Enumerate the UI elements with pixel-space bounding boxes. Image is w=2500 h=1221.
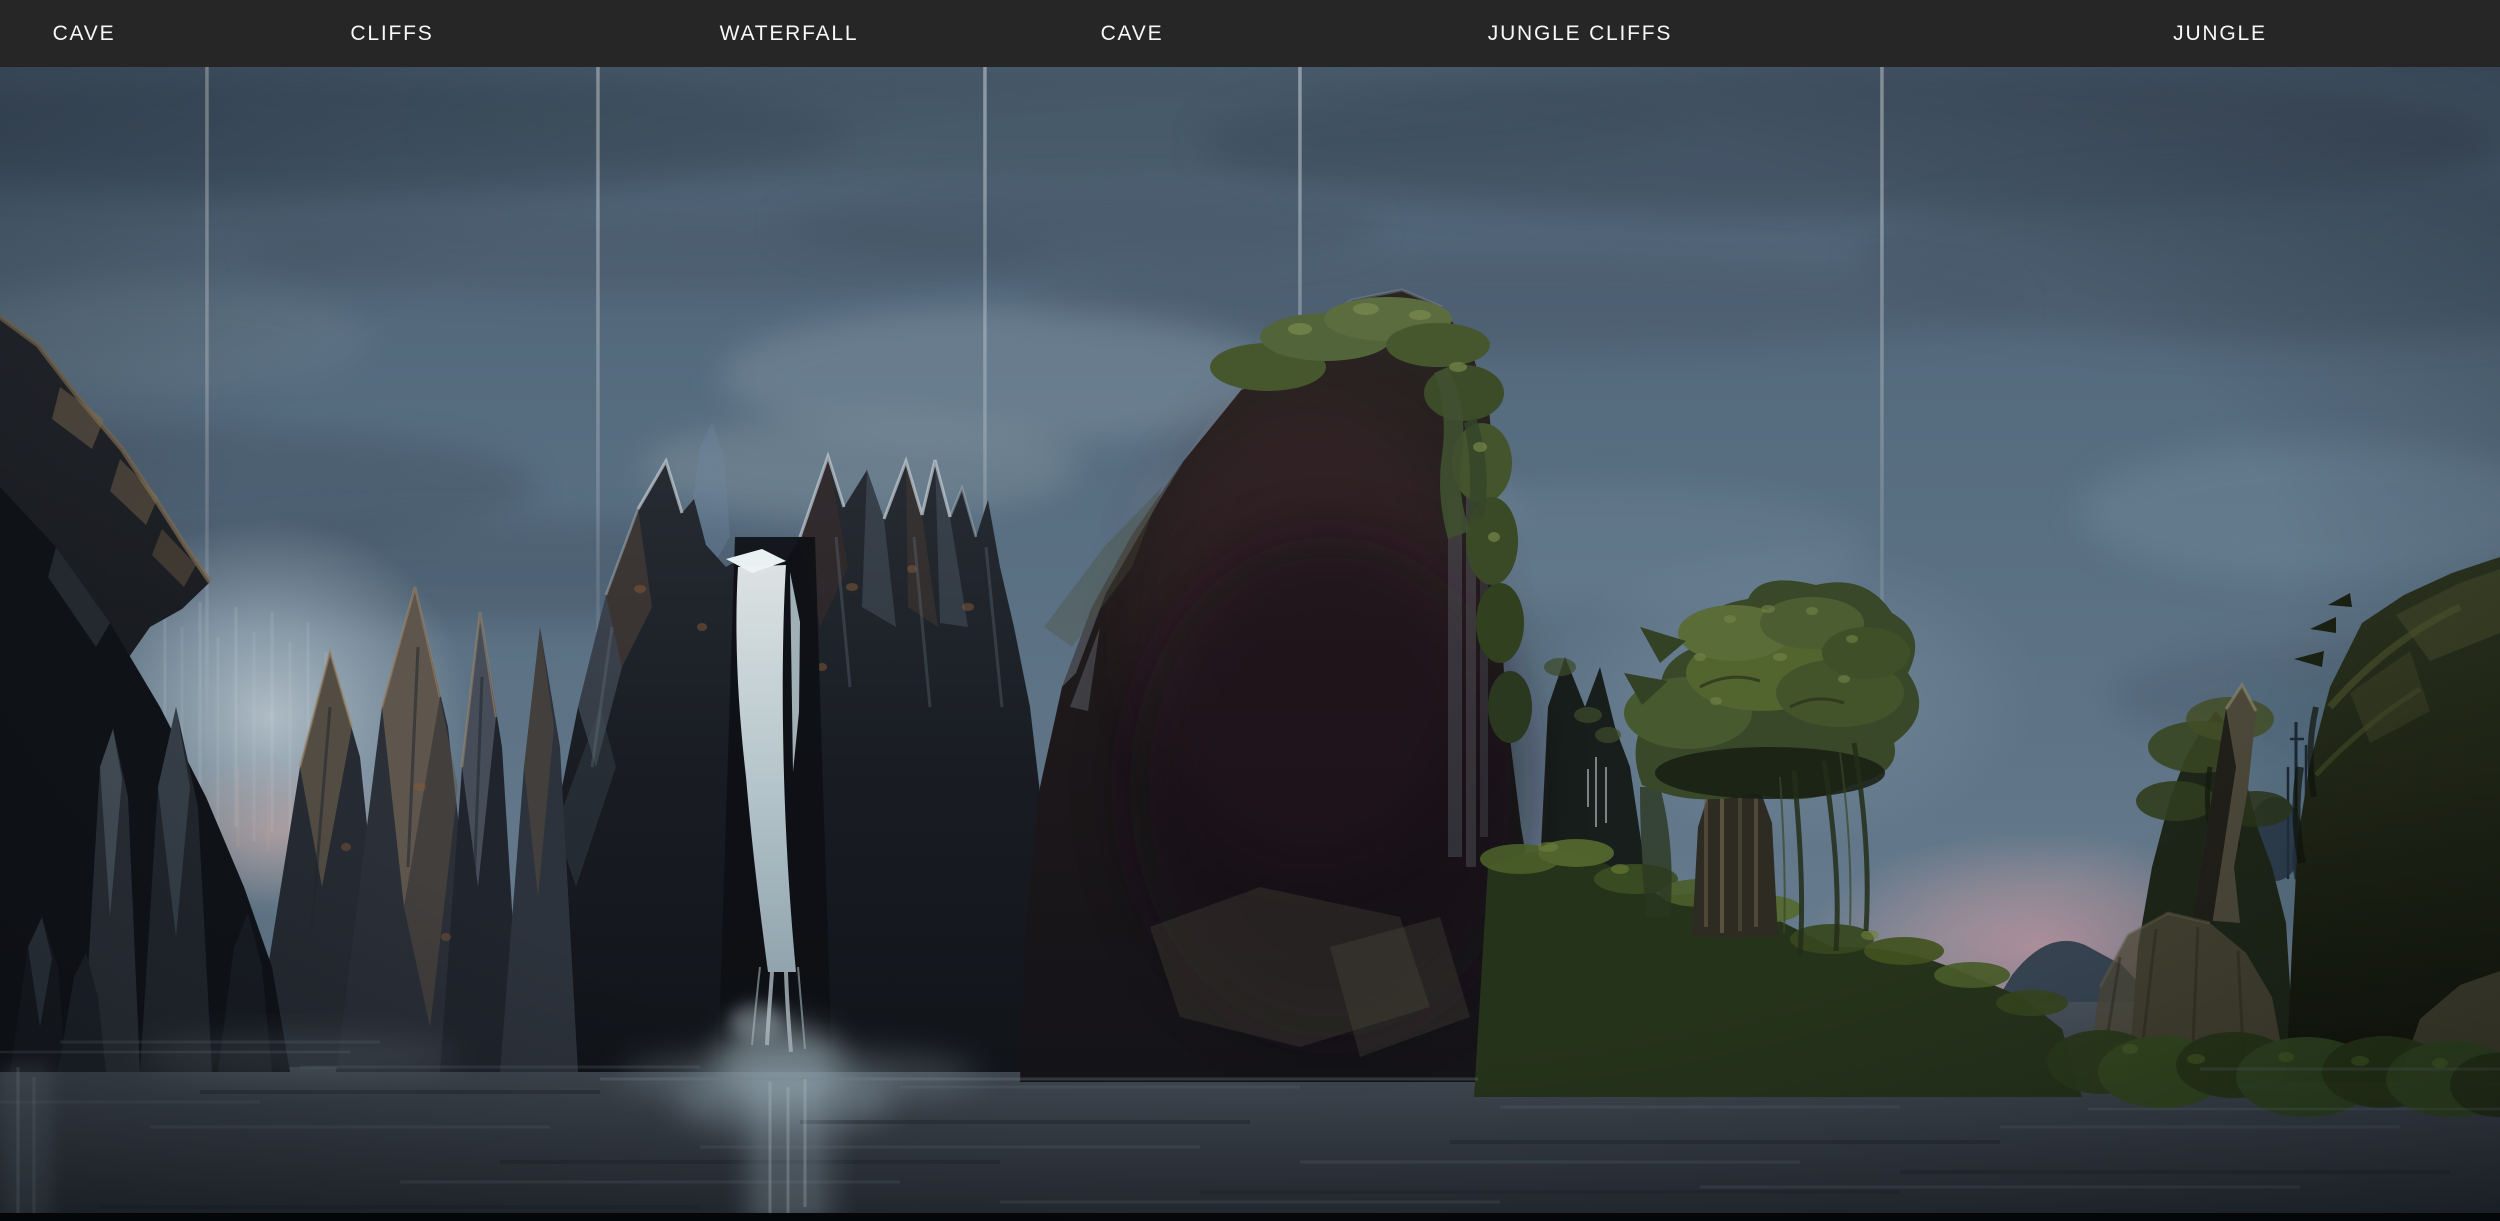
nav-item-cliffs[interactable]: CLIFFS	[350, 22, 433, 46]
concept-art-canvas	[0, 67, 2500, 1221]
nav-item-jungle[interactable]: JUNGLE	[2173, 22, 2267, 46]
nav-item-jungle-cliffs[interactable]: JUNGLE CLIFFS	[1488, 22, 1672, 46]
section-toolbar: CAVE CLIFFS WATERFALL CAVE JUNGLE CLIFFS…	[0, 0, 2500, 67]
nav-item-waterfall[interactable]: WATERFALL	[720, 22, 859, 46]
nav-item-cave-1[interactable]: CAVE	[53, 22, 116, 46]
nav-item-cave-2[interactable]: CAVE	[1101, 22, 1164, 46]
vignette-overlay	[0, 67, 2500, 1221]
